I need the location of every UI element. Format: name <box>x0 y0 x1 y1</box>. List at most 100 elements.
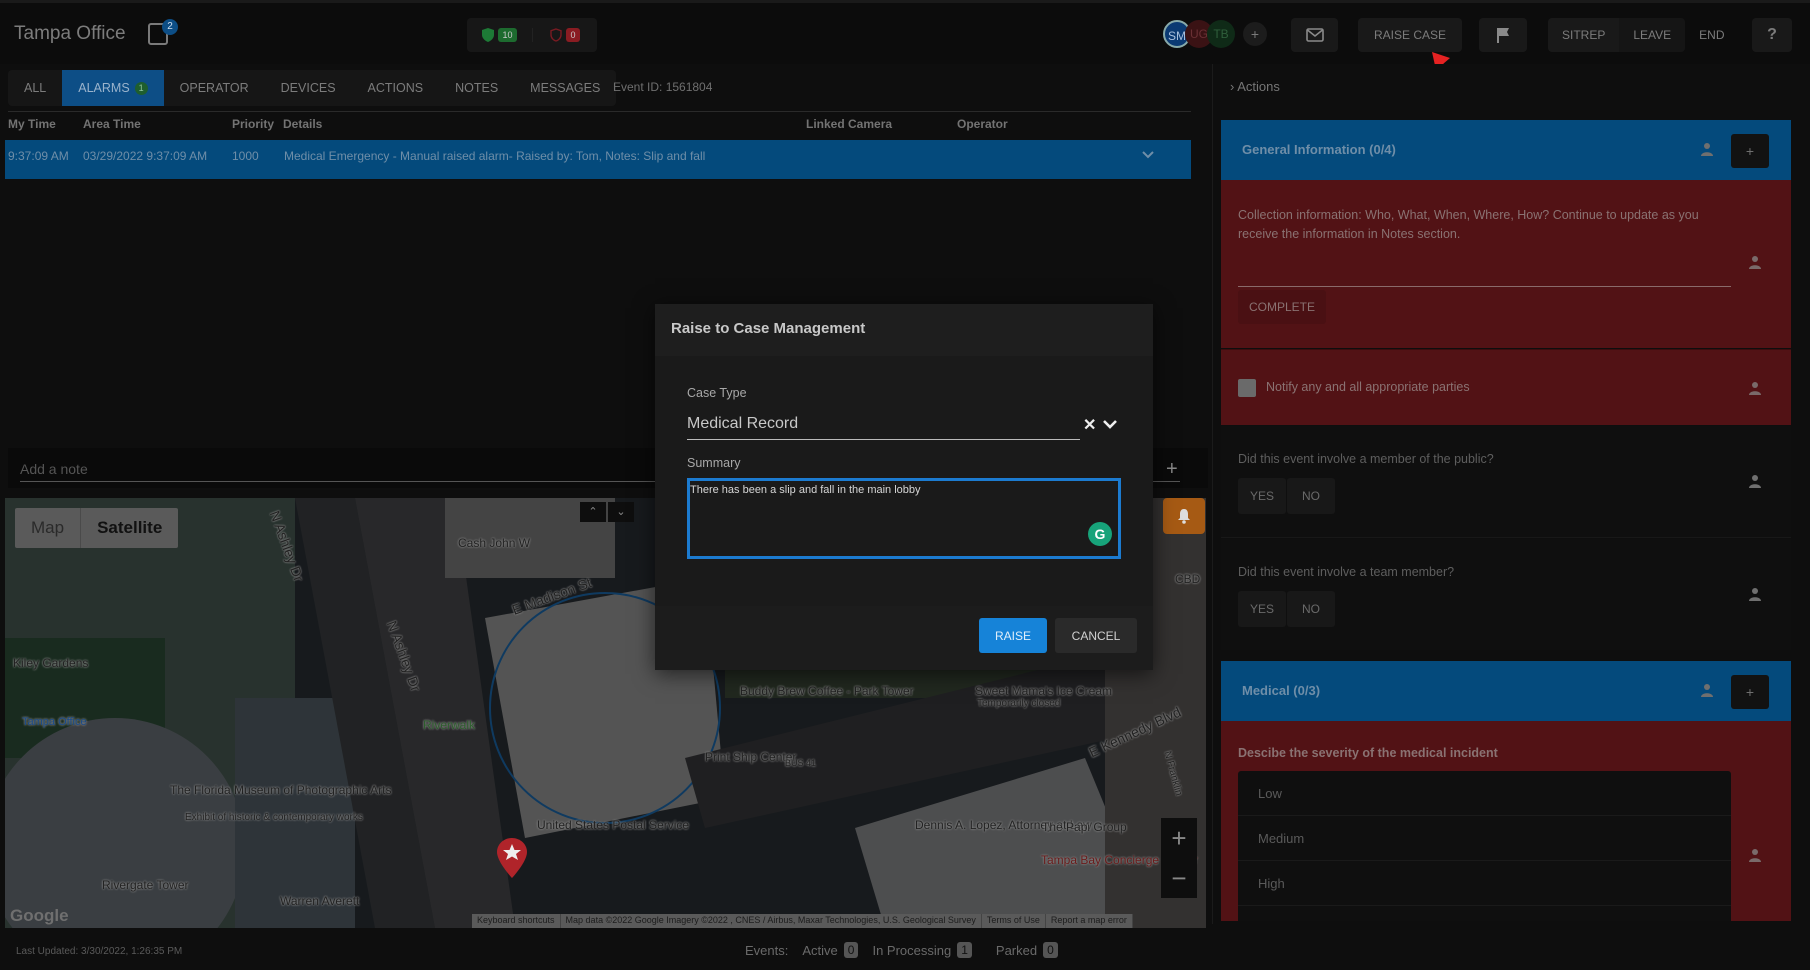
section-general-information[interactable]: General Information (0/4) + <box>1221 120 1791 180</box>
task-text: Collection information: Who, What, When,… <box>1238 208 1699 241</box>
messages-button[interactable] <box>1291 18 1338 52</box>
zoom-out-button[interactable]: − <box>1171 863 1186 894</box>
section-medical[interactable]: Medical (0/3) + <box>1221 661 1791 721</box>
user-icon[interactable] <box>1749 255 1761 269</box>
alarms-table-header: My Time Area Time Priority Details Linke… <box>0 117 1190 137</box>
leave-button[interactable]: LEAVE <box>1619 18 1686 52</box>
tab-operator[interactable]: OPERATOR <box>164 70 265 106</box>
shield-alert-count: 0 <box>566 28 580 42</box>
section-title: General Information (0/4) <box>1242 142 1396 157</box>
help-button[interactable]: ? <box>1752 18 1792 52</box>
column-header[interactable]: Details <box>283 117 322 131</box>
grammarly-icon[interactable]: G <box>1088 522 1112 546</box>
flag-icon <box>1497 28 1509 43</box>
case-type-label: Case Type <box>687 386 747 400</box>
raise-case-button[interactable]: RAISE CASE <box>1358 18 1462 52</box>
map-label[interactable]: Sweet Mama's Ice Cream <box>975 684 1112 698</box>
map-label: Exhibit of historic & contemporary works <box>185 812 363 823</box>
zoom-in-button[interactable]: + <box>1171 823 1186 854</box>
column-header[interactable]: Priority <box>232 117 274 131</box>
map-data-attribution: Map data ©2022 Google Imagery ©2022 , CN… <box>561 914 982 928</box>
chevron-down-icon[interactable]: ⌄ <box>608 502 634 522</box>
add-task-button[interactable]: + <box>1731 134 1769 168</box>
map-label[interactable]: The Papi Group <box>1042 820 1127 834</box>
parked-label: Parked <box>995 942 1038 958</box>
map-label[interactable]: Cash John W <box>458 536 530 550</box>
task-input-line[interactable] <box>1238 286 1731 287</box>
event-controls: SITREP LEAVE END <box>1548 18 1739 52</box>
map-label[interactable]: Print Ship Center <box>705 750 796 764</box>
map-label[interactable]: Tampa Office <box>22 716 87 728</box>
map-label[interactable]: The Florida Museum of Photographic Arts <box>170 783 391 797</box>
actions-toggle[interactable]: › Actions <box>1230 79 1280 94</box>
cancel-button[interactable]: CANCEL <box>1055 618 1137 653</box>
events-label: Events: <box>745 942 789 958</box>
complete-button[interactable]: COMPLETE <box>1238 290 1326 324</box>
tab-devices[interactable]: DEVICES <box>265 70 352 106</box>
map-label[interactable]: Warren Averett <box>280 894 359 908</box>
no-button[interactable]: NO <box>1287 478 1335 514</box>
task-text: Did this event involve a member of the p… <box>1238 452 1494 466</box>
shield-filled-icon <box>482 28 495 42</box>
map-type-toggle: Map Satellite <box>15 508 179 548</box>
shield-alert-status[interactable]: 0 <box>532 28 597 42</box>
user-icon[interactable] <box>1749 848 1761 862</box>
tab-notes[interactable]: NOTES <box>439 70 514 106</box>
user-icon[interactable] <box>1749 381 1761 395</box>
severity-option-low[interactable]: Low <box>1238 771 1731 816</box>
terms-of-use-link[interactable]: Terms of Use <box>982 914 1046 928</box>
envelope-icon <box>1305 28 1324 42</box>
map-label[interactable]: Buddy Brew Coffee - Park Tower <box>740 684 914 698</box>
raise-button[interactable]: RAISE <box>979 618 1047 653</box>
chevron-down-icon[interactable] <box>1102 418 1118 430</box>
add-note-button[interactable]: + <box>1166 458 1178 481</box>
clear-icon[interactable]: ✕ <box>1083 415 1096 435</box>
no-button[interactable]: NO <box>1287 591 1335 627</box>
incident-marker-icon[interactable] <box>497 838 527 878</box>
report-map-error-link[interactable]: Report a map error <box>1046 914 1133 928</box>
column-header[interactable]: Linked Camera <box>806 117 892 131</box>
end-button[interactable]: END <box>1685 18 1738 52</box>
column-header[interactable]: Operator <box>957 117 1008 131</box>
flag-button[interactable] <box>1479 18 1527 52</box>
user-icon[interactable] <box>1749 587 1761 601</box>
map-type-satellite[interactable]: Satellite <box>81 508 178 548</box>
severity-option-high[interactable]: High <box>1238 861 1731 906</box>
alarm-bell-button[interactable] <box>1163 498 1205 534</box>
column-header[interactable]: My Time <box>8 117 56 131</box>
active-label: Active <box>802 942 838 958</box>
map-type-map[interactable]: Map <box>15 508 82 548</box>
user-icon[interactable] <box>1749 474 1761 488</box>
user-icon[interactable] <box>1701 142 1713 156</box>
yes-button[interactable]: YES <box>1238 591 1286 627</box>
map-label[interactable]: United States Postal Service <box>537 818 689 832</box>
tab-messages[interactable]: MESSAGES <box>514 70 616 106</box>
tab-all[interactable]: ALL <box>8 70 62 106</box>
avatar[interactable]: TB <box>1207 20 1235 48</box>
notify-checkbox[interactable] <box>1238 379 1256 397</box>
case-type-select[interactable]: Medical Record <box>687 410 1080 440</box>
user-icon[interactable] <box>1701 683 1713 697</box>
severity-option-medium[interactable]: Medium <box>1238 816 1731 861</box>
chevron-down-icon[interactable] <box>1141 150 1155 160</box>
alarms-count-badge: 1 <box>134 81 148 95</box>
add-participant-button[interactable]: + <box>1243 22 1267 46</box>
severity-option-more[interactable] <box>1238 906 1731 921</box>
chevron-up-icon[interactable]: ⌃ <box>580 502 606 522</box>
shield-ok-status[interactable]: 10 <box>467 28 532 42</box>
sitrep-button[interactable]: SITREP <box>1548 18 1620 52</box>
shield-outline-icon <box>550 28 563 42</box>
add-task-button[interactable]: + <box>1731 675 1769 709</box>
map-label[interactable]: Rivergate Tower <box>102 878 188 892</box>
yes-button[interactable]: YES <box>1238 478 1286 514</box>
table-row[interactable]: 9:37:09 AM 03/29/2022 9:37:09 AM 1000 Me… <box>5 140 1191 179</box>
map-label[interactable]: Riverwalk <box>423 718 475 732</box>
summary-textarea[interactable]: There has been a slip and fall in the ma… <box>687 478 1121 559</box>
map-label[interactable]: Kiley Gardens <box>13 656 88 670</box>
tab-actions[interactable]: ACTIONS <box>352 70 440 106</box>
tab-alarms[interactable]: ALARMS 1 <box>62 70 164 106</box>
column-header[interactable]: Area Time <box>83 117 141 131</box>
keyboard-shortcuts-link[interactable]: Keyboard shortcuts <box>472 914 561 928</box>
actions-label: Actions <box>1237 79 1280 94</box>
task-member-of-public: Did this event involve a member of the p… <box>1221 426 1791 538</box>
